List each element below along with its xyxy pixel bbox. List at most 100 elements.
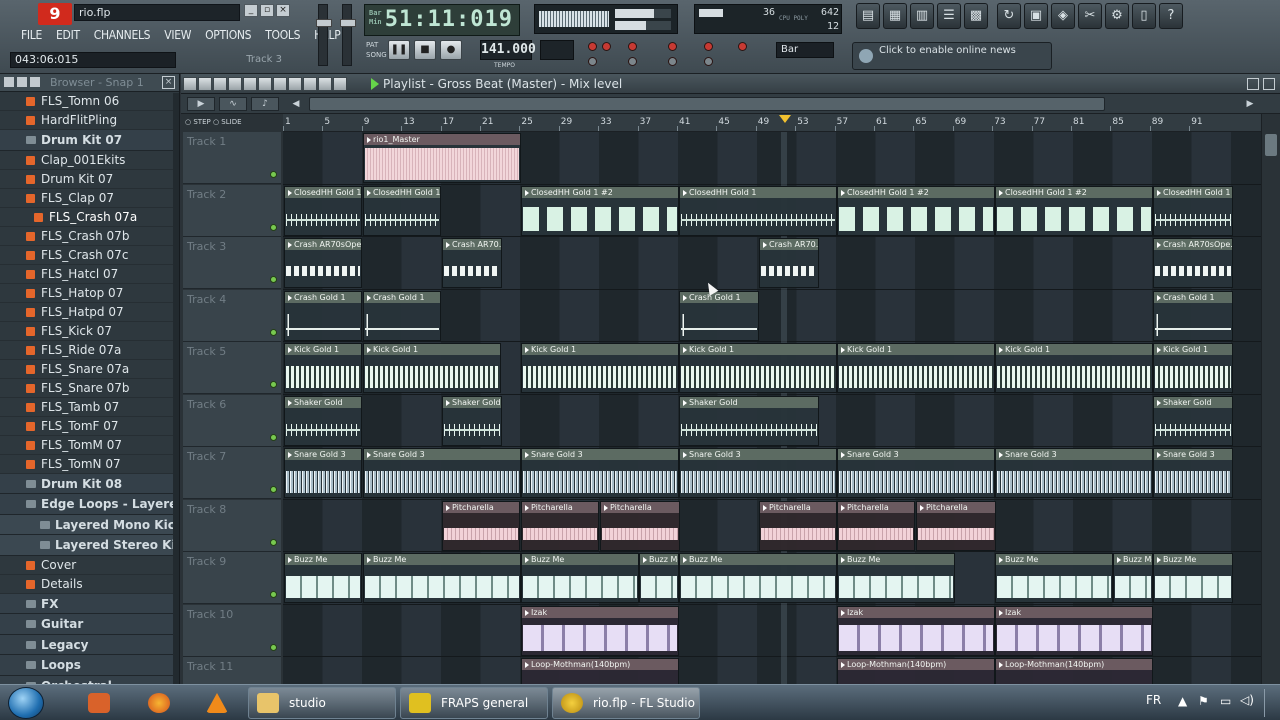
track-mute-led[interactable] xyxy=(270,171,277,178)
track-header[interactable]: Track 5 xyxy=(183,342,281,394)
mixer-icon[interactable]: ▩ xyxy=(964,3,988,29)
undo-icon[interactable]: ↻ xyxy=(997,3,1021,29)
audio-clip[interactable]: Buzz Me xyxy=(837,553,955,603)
playlist-view-icon[interactable]: ▤ xyxy=(856,3,880,29)
track-mute-led[interactable] xyxy=(270,643,277,651)
audio-clip[interactable]: ClosedHH Gold 1 #2 xyxy=(521,185,679,236)
browser-item[interactable]: FLS_Crash 07b xyxy=(0,227,179,246)
audio-clip[interactable]: Kick Gold 1 xyxy=(284,343,362,393)
show-desktop-button[interactable] xyxy=(1264,689,1276,717)
audio-clip[interactable]: Buzz Me xyxy=(521,553,639,603)
vertical-scrollbar[interactable] xyxy=(1261,114,1280,684)
brush-icon[interactable] xyxy=(228,77,242,91)
browser-menu-icon[interactable] xyxy=(4,77,14,87)
audio-clip[interactable]: Crash AR70... xyxy=(759,238,819,288)
browser-forward-icon[interactable] xyxy=(30,77,40,87)
option-dot[interactable] xyxy=(628,57,637,66)
audio-clip[interactable]: Buzz Me xyxy=(363,553,521,603)
browser-item[interactable]: Drum Kit 07 xyxy=(0,170,179,189)
magnet-icon[interactable] xyxy=(198,77,212,91)
browser-item[interactable]: Orchestral xyxy=(0,675,179,684)
slice-tool-icon[interactable] xyxy=(288,77,302,91)
taskbar-fraps[interactable]: FRAPS general xyxy=(400,687,548,719)
audio-clip[interactable]: Snare Gold 3 xyxy=(363,448,521,498)
fl-logo[interactable]: 9 xyxy=(38,3,72,25)
track-header[interactable]: Track 1 xyxy=(183,132,281,184)
browser-item[interactable]: Details xyxy=(0,575,179,594)
browser-icon[interactable]: ☰ xyxy=(937,3,961,29)
browser-item[interactable]: Cover xyxy=(0,556,179,575)
audio-clip[interactable]: ClosedHH Gold 1 xyxy=(679,185,837,236)
audio-clip[interactable]: Loop-Mothman(140bpm) xyxy=(521,658,679,684)
step-sequencer-icon[interactable]: ▦ xyxy=(883,3,907,29)
browser-item[interactable]: Drum Kit 07 xyxy=(0,130,179,151)
audio-clip[interactable]: ClosedHH Gold 1 xyxy=(363,185,441,236)
option-dot[interactable] xyxy=(628,42,637,51)
audio-clip[interactable]: Pitcharella xyxy=(759,500,837,551)
record-button[interactable]: ● xyxy=(440,40,462,60)
vertical-scroll-thumb[interactable] xyxy=(1265,134,1277,156)
track-mute-led[interactable] xyxy=(270,381,277,388)
pat-song-switch[interactable]: PAT SONG xyxy=(366,40,387,60)
audio-clip[interactable]: Buzz Me xyxy=(995,553,1113,603)
audio-clip[interactable]: Shaker Gold xyxy=(284,395,362,446)
track-header[interactable]: Track 11 xyxy=(183,657,281,684)
snap-selector[interactable]: Bar xyxy=(776,42,834,58)
song-position-marker[interactable] xyxy=(779,115,791,123)
audio-clip[interactable]: Buzz Me xyxy=(284,553,362,603)
audio-clip[interactable]: Kick Gold 1 xyxy=(521,343,679,393)
audio-clip[interactable]: Kick Gold 1 xyxy=(363,343,501,393)
audio-clip[interactable]: Snare Gold 3 xyxy=(837,448,995,498)
audio-clip[interactable]: Kick Gold 1 xyxy=(837,343,995,393)
audio-clip[interactable]: Snare Gold 3 xyxy=(995,448,1153,498)
settings-icon[interactable]: ⚙ xyxy=(1105,3,1129,29)
tray-expand-icon[interactable]: ▲ xyxy=(1178,694,1187,708)
scroll-right-icon[interactable]: ▶ xyxy=(1243,97,1257,111)
automation-mode-button[interactable]: ∿ xyxy=(219,97,247,111)
audio-clip[interactable]: ClosedHH Gold 1 #2 xyxy=(837,185,995,236)
audio-clip[interactable]: rio1_Master xyxy=(363,133,521,183)
save-icon[interactable]: ▣ xyxy=(1024,3,1048,29)
select-tool-icon[interactable] xyxy=(303,77,317,91)
audio-clip[interactable]: Buzz Me xyxy=(1153,553,1233,603)
render-icon[interactable]: ◈ xyxy=(1051,3,1075,29)
browser-item[interactable]: FLS_TomF 07 xyxy=(0,417,179,436)
browser-item[interactable]: FLS_Hatop 07 xyxy=(0,284,179,303)
track-mute-led[interactable] xyxy=(270,433,277,441)
audio-clip[interactable]: Snare Gold 3 xyxy=(521,448,679,498)
audio-clip[interactable]: Crash AR70... xyxy=(442,238,502,288)
browser-item[interactable]: Layered Stereo Ki... xyxy=(0,535,179,556)
master-volume-slider[interactable] xyxy=(316,4,332,66)
browser-item[interactable]: FLS_Snare 07a xyxy=(0,360,179,379)
online-news-bar[interactable]: Click to enable online news xyxy=(852,42,1052,70)
timeline-ruler[interactable]: 1 5 9 13 17 21 25 29 33 37 41 45 49 53 57 61 65 69 73 77 81 8… xyxy=(283,114,1261,132)
pattern-selector[interactable] xyxy=(540,40,574,60)
audio-clip[interactable]: Snare Gold 3 xyxy=(284,448,362,498)
audio-clip[interactable]: Buzz Me xyxy=(1113,553,1153,603)
browser-item[interactable]: FLS_Kick 07 xyxy=(0,322,179,341)
audio-clip[interactable]: Buzz Me xyxy=(679,553,837,603)
taskbar-fl-studio[interactable]: rio.flp - FL Studio ... xyxy=(552,687,700,719)
tools-icon[interactable]: ✂ xyxy=(1078,3,1102,29)
menu-edit[interactable]: EDIT xyxy=(49,28,87,42)
browser-item[interactable]: FLS_Hatcl 07 xyxy=(0,265,179,284)
option-dot[interactable] xyxy=(602,42,611,51)
track-mute-led[interactable] xyxy=(270,486,277,493)
browser-item[interactable]: FLS_TomM 07 xyxy=(0,436,179,455)
slip-tool-icon[interactable] xyxy=(273,77,287,91)
track-header[interactable]: Track 10 xyxy=(183,604,281,657)
pause-button[interactable]: ❚❚ xyxy=(388,40,410,60)
playlist-maximize-icon[interactable] xyxy=(1247,78,1259,90)
playlist-grid[interactable]: rio1_Master ClosedHH Gold 1 ClosedHH Gold … xyxy=(283,132,1261,684)
zoom-tool-icon[interactable] xyxy=(318,77,332,91)
browser-item[interactable]: Edge Loops - Layere... xyxy=(0,494,179,515)
track-mute-led[interactable] xyxy=(270,538,277,546)
delete-tool-icon[interactable] xyxy=(243,77,257,91)
track-header[interactable]: Track 7 xyxy=(183,447,281,499)
taskbar-studio[interactable]: studio xyxy=(248,687,396,719)
audio-clip[interactable]: Buzz Me xyxy=(639,553,679,603)
pencil-icon[interactable] xyxy=(213,77,227,91)
audio-clip[interactable]: Shaker Gold xyxy=(1153,395,1233,446)
browser-item[interactable]: Drum Kit 08 xyxy=(0,473,179,494)
browser-item[interactable]: FLS_Crash 07c xyxy=(0,246,179,265)
